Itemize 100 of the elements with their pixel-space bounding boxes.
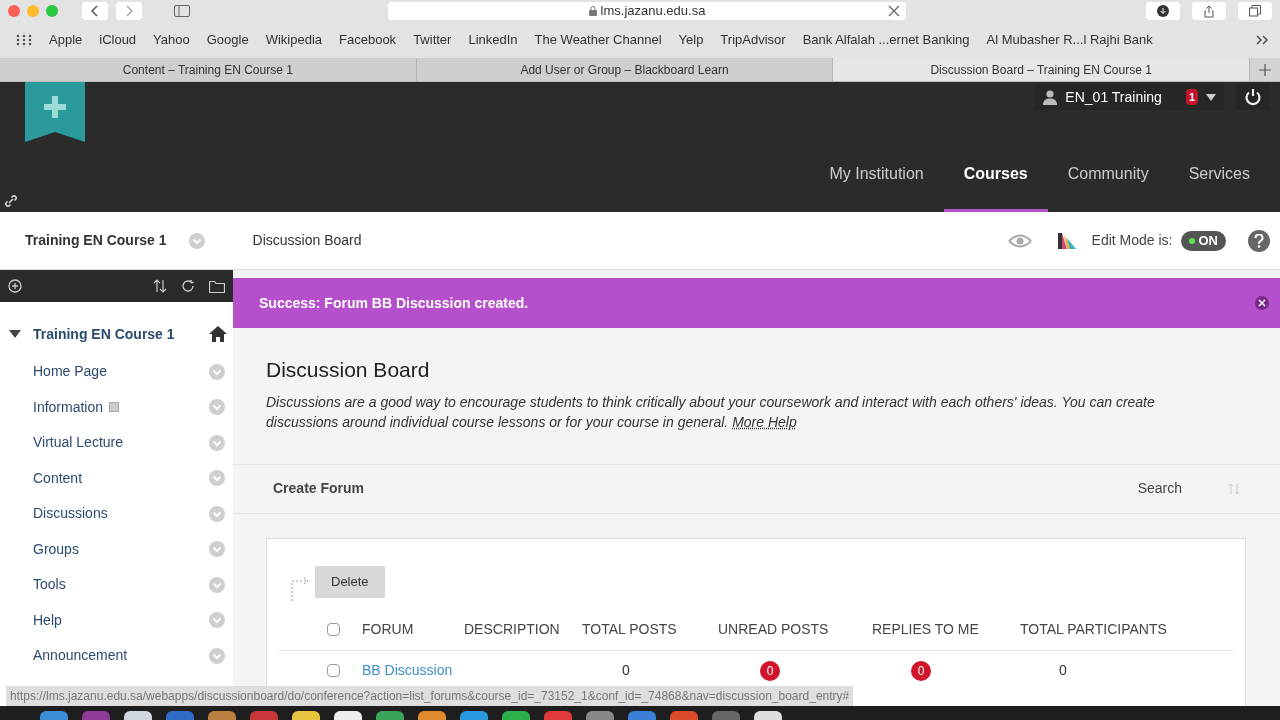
chevron-down-icon[interactable]	[209, 612, 225, 629]
chevron-down-icon[interactable]	[209, 399, 225, 416]
chevron-down-icon[interactable]	[188, 232, 205, 249]
search-button[interactable]: Search	[1137, 478, 1182, 499]
bookmark-link[interactable]: Apple	[49, 30, 83, 50]
course-title[interactable]: Training EN Course 1	[25, 230, 167, 251]
download-icon	[1157, 5, 1169, 17]
plus-icon	[1259, 63, 1271, 76]
chevron-down-icon[interactable]	[209, 576, 225, 593]
user-icon	[1043, 89, 1058, 105]
bookmark-link[interactable]: Twitter	[413, 30, 452, 50]
replies-count-badge: 0	[911, 661, 931, 681]
column-header[interactable]: TOTAL PARTICIPANTS	[1020, 618, 1167, 640]
sidebar-icon[interactable]	[174, 5, 190, 17]
add-icon[interactable]	[8, 279, 22, 293]
tabs-icon	[1249, 5, 1261, 17]
column-header[interactable]: TOTAL POSTS	[582, 618, 718, 640]
bookmark-link[interactable]: TripAdvisor	[720, 30, 786, 50]
unread-count-badge: 0	[760, 661, 780, 681]
close-window-icon[interactable]	[8, 5, 20, 17]
color-palette-icon[interactable]	[1057, 232, 1076, 249]
course-menu-link[interactable]: Announcement	[33, 645, 128, 667]
success-message: Success: Forum BB Discussion created.	[259, 293, 529, 313]
back-button[interactable]	[82, 2, 108, 20]
forward-button[interactable]	[116, 2, 142, 20]
course-menu-link[interactable]: Virtual Lecture	[33, 432, 123, 454]
folder-icon[interactable]	[209, 279, 225, 293]
more-help-link[interactable]: More Help	[732, 413, 797, 430]
chevron-down-icon[interactable]	[209, 647, 225, 664]
link-icon[interactable]	[4, 194, 18, 208]
share-button[interactable]	[1192, 2, 1226, 20]
column-header[interactable]: REPLIES TO ME	[872, 618, 1020, 640]
sort-icon[interactable]	[153, 279, 167, 293]
back-icon	[91, 5, 99, 17]
bookmark-link[interactable]: Yahoo	[153, 30, 190, 50]
chevron-down-icon[interactable]	[209, 363, 225, 380]
course-menu-link[interactable]: Tools	[33, 574, 66, 596]
refresh-icon[interactable]	[181, 279, 195, 293]
course-menu-link[interactable]: Content	[33, 467, 83, 489]
nav-tab[interactable]: Services	[1168, 138, 1270, 212]
lock-icon	[588, 6, 597, 16]
select-all-checkbox[interactable]	[327, 622, 340, 636]
edit-mode-label: Edit Mode is:	[1091, 231, 1173, 250]
chevron-down-icon[interactable]	[209, 434, 225, 451]
nav-tab[interactable]: Community	[1047, 138, 1169, 212]
bookmark-link[interactable]: Al Mubasher R...l Rajhi Bank	[986, 30, 1153, 50]
course-menu-link[interactable]: Information	[33, 396, 104, 418]
question-mark-icon	[1254, 233, 1264, 248]
bookmark-link[interactable]: Wikipedia	[265, 30, 323, 50]
course-menu-link[interactable]: Groups	[33, 538, 79, 560]
table-cell-text: 0	[1059, 661, 1067, 680]
page-heading: Discussion Board	[266, 357, 431, 383]
power-button[interactable]	[1236, 84, 1270, 110]
help-button[interactable]	[1248, 229, 1270, 252]
nav-tab[interactable]: My Institution	[809, 138, 944, 212]
grid-icon[interactable]	[16, 34, 32, 46]
chevron-down-icon[interactable]	[209, 505, 225, 522]
bookmark-link[interactable]: Yelp	[678, 30, 704, 50]
caret-icon	[1206, 93, 1216, 101]
bookmark-plus-logo[interactable]	[25, 82, 85, 142]
status-bar-url: https://lms.jazanu.edu.sa/webapps/discussionboard/do/conference?action=list_forums&course_id=_73152_1&conf_id=_74868&nav=discussion_board_entry#	[6, 686, 854, 706]
course-menu-title[interactable]: Training EN Course 1	[33, 323, 175, 345]
bookmark-link[interactable]: Bank Alfalah ...ernet Banking	[802, 30, 970, 50]
url-text: lms.jazanu.edu.sa	[600, 2, 706, 21]
chevron-down-icon[interactable]	[209, 470, 225, 487]
create-forum-button[interactable]: Create Forum	[273, 478, 365, 499]
user-menu[interactable]: EN_01 Training 1	[1035, 84, 1224, 110]
download-button[interactable]	[1146, 2, 1180, 20]
row-checkbox[interactable]	[327, 664, 340, 677]
column-header[interactable]: FORUM	[362, 618, 460, 640]
close-icon[interactable]	[1254, 295, 1270, 311]
delete-button[interactable]: Delete	[315, 565, 385, 598]
bookmark-link[interactable]: The Weather Channel	[534, 30, 662, 50]
close-icon[interactable]	[888, 5, 900, 17]
table-cell-text: 0	[622, 661, 631, 680]
course-menu-link[interactable]: Home Page	[33, 361, 107, 383]
page-title: Discussion Board	[252, 231, 362, 250]
power-icon	[1244, 88, 1262, 106]
course-menu-link[interactable]: Discussions	[33, 503, 108, 525]
edit-mode-toggle[interactable]: ON	[1180, 230, 1226, 251]
course-menu-link[interactable]: Help	[33, 609, 62, 631]
bookmark-link[interactable]: Google	[206, 30, 249, 50]
bulk-action-arrow-icon	[291, 576, 311, 601]
home-icon[interactable]	[209, 326, 227, 342]
browser-tab[interactable]: Discussion Board – Training EN Course 1	[833, 58, 1250, 81]
column-header[interactable]: DESCRIPTION	[464, 618, 582, 640]
notification-badge: 1	[1185, 88, 1198, 106]
more-bookmarks-icon[interactable]	[1256, 35, 1270, 45]
tabs-button[interactable]	[1238, 2, 1272, 20]
forum-link[interactable]: BB Discussion	[362, 660, 622, 681]
page-description: Discussions are a good way to encourage students to think critically about your coursework and interact with each others' ideas. You can create discussions around individual course lessons or for your course in general. More Help	[266, 392, 1156, 432]
bookmark-link[interactable]: LinkedIn	[468, 30, 518, 50]
user-name: EN_01 Training	[1065, 87, 1162, 107]
bookmark-link[interactable]: iCloud	[99, 30, 137, 50]
column-header[interactable]: UNREAD POSTS	[718, 618, 872, 640]
expand-caret-icon[interactable]	[9, 330, 21, 338]
address-bar[interactable]: lms.jazanu.edu.sa	[388, 2, 906, 20]
chevron-down-icon[interactable]	[209, 541, 225, 558]
bookmark-link[interactable]: Facebook	[339, 30, 397, 50]
zoom-window-icon[interactable]	[46, 5, 58, 17]
